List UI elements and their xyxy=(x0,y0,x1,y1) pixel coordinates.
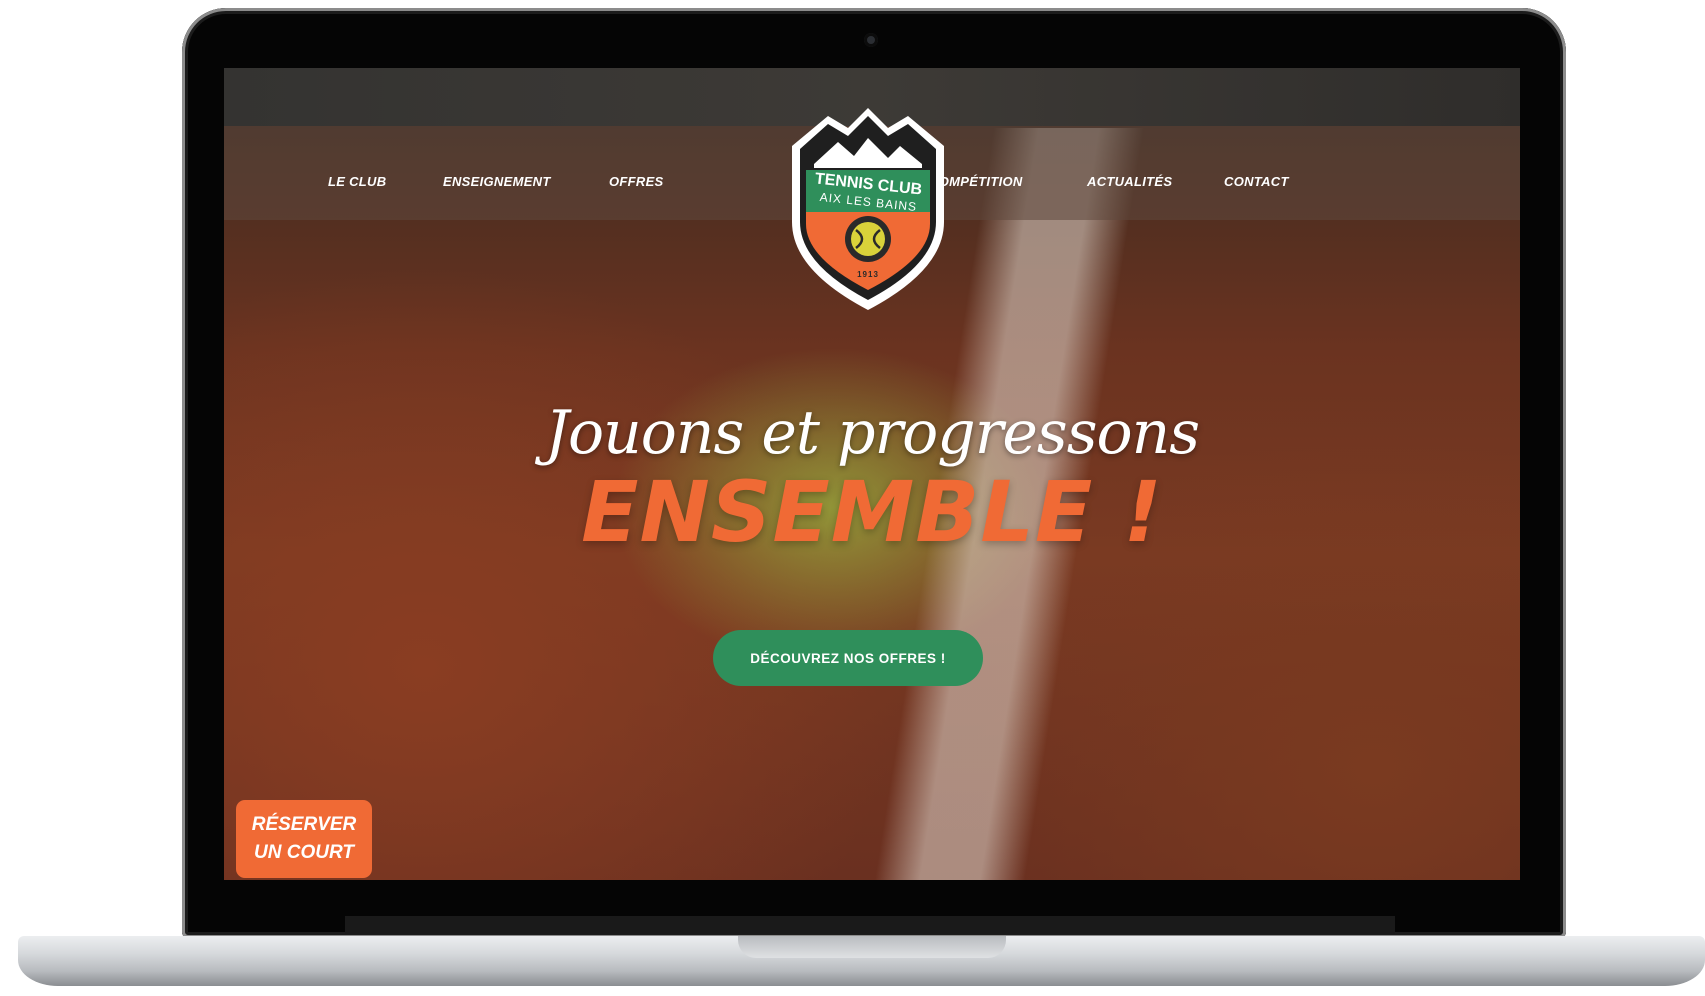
reserve-line2: UN COURT xyxy=(254,842,354,863)
website-screen: LE CLUB ENSEIGNEMENT OFFRES COMPÉTITION … xyxy=(224,68,1520,880)
reserve-court-button[interactable]: RÉSERVER UN COURT xyxy=(236,800,372,878)
nav-offres[interactable]: OFFRES xyxy=(609,174,664,189)
nav-contact[interactable]: CONTACT xyxy=(1224,174,1289,189)
laptop-notch xyxy=(738,936,1006,958)
club-logo[interactable]: TENNIS CLUB AIX LES BAINS 1913 xyxy=(784,102,952,316)
webcam xyxy=(864,33,878,47)
nav-actualites[interactable]: ACTUALITÉS xyxy=(1087,174,1172,189)
logo-year: 1913 xyxy=(857,270,879,279)
hero-script-heading: Jouons et progressons xyxy=(544,398,1200,468)
discover-offers-button[interactable]: DÉCOUVREZ NOS OFFRES ! xyxy=(713,630,983,686)
nav-le-club[interactable]: LE CLUB xyxy=(328,174,386,189)
nav-enseignement[interactable]: ENSEIGNEMENT xyxy=(443,174,551,189)
hero-main-heading: ENSEMBLE ! xyxy=(581,463,1163,561)
crest-icon: TENNIS CLUB AIX LES BAINS 1913 xyxy=(792,108,944,310)
reserve-line1: RÉSERVER xyxy=(251,814,357,835)
laptop-hinge xyxy=(345,916,1395,934)
